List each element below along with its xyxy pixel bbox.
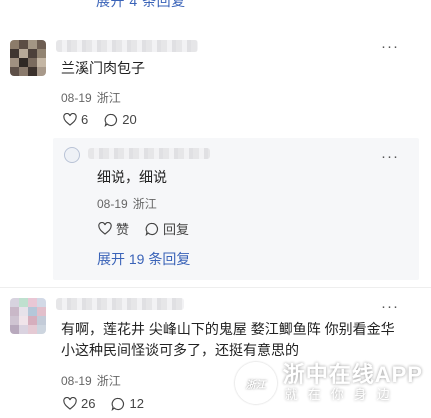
reply-location: 浙江 (132, 197, 157, 211)
username-blurred[interactable] (56, 298, 184, 310)
comment-actions: 26 12 (63, 396, 160, 411)
like-button[interactable]: 赞 (98, 219, 129, 238)
app-logo: 浙江 (234, 362, 277, 404)
comment-location: 浙江 (96, 374, 121, 388)
comment-actions: 6 20 (63, 112, 153, 127)
divider (0, 287, 431, 288)
comment-text: 兰溪门肉包子 (61, 60, 145, 76)
comment-bubble-icon (145, 222, 159, 236)
like-button[interactable]: 26 (63, 396, 95, 411)
avatar[interactable] (10, 40, 46, 76)
comment-date: 08-19 (61, 374, 92, 388)
username-blurred[interactable] (88, 148, 210, 159)
watermark-subtitle: 就在你身边 (284, 387, 400, 402)
app-watermark: 浙江 浙中在线APP 就在你身边 (234, 362, 423, 404)
heart-icon (63, 397, 77, 410)
reply-count-button[interactable]: 12 (111, 396, 144, 411)
comment-bubble-icon (104, 113, 118, 127)
comment-meta: 08-19 浙江 (61, 89, 121, 106)
reply-date: 08-19 (97, 197, 128, 211)
reply-count: 20 (122, 112, 137, 127)
like-button[interactable]: 6 (63, 112, 88, 127)
username-blurred[interactable] (56, 40, 198, 52)
like-count: 6 (81, 112, 89, 127)
reply-text: 细说，细说 (97, 169, 167, 185)
comment-text-line2: 小这种民间怪谈可多了，还挺有意思的 (61, 342, 299, 358)
reply-label: 回复 (163, 222, 190, 237)
reply-meta: 08-19 浙江 (97, 195, 157, 212)
heart-icon (98, 222, 112, 235)
like-count: 26 (81, 396, 96, 411)
watermark-title: 浙中在线APP (282, 362, 423, 387)
logo-text: 浙江 (245, 379, 266, 391)
avatar[interactable] (64, 147, 80, 163)
expand-replies-link[interactable]: 展开 19 条回复 (97, 249, 190, 269)
more-options-icon[interactable]: ··· (381, 299, 399, 314)
comment-location: 浙江 (96, 91, 121, 105)
reply-button[interactable]: 回复 (145, 219, 189, 238)
expand-replies-link-cutoff[interactable]: 展开 4 条回复 (96, 0, 186, 11)
avatar[interactable] (10, 298, 46, 334)
comment-meta: 08-19 浙江 (61, 372, 121, 389)
comment-text-line1: 有啊，莲花井 尖峰山下的鬼屋 婺江鲫鱼阵 你别看金华 (61, 321, 395, 337)
heart-icon (63, 113, 77, 126)
like-label: 赞 (116, 222, 130, 237)
comment-date: 08-19 (61, 91, 92, 105)
reply-count: 12 (129, 396, 144, 411)
more-options-icon[interactable]: ··· (381, 39, 399, 54)
reply-count-button[interactable]: 20 (104, 112, 137, 127)
more-options-icon[interactable]: ··· (381, 149, 399, 164)
comment-bubble-icon (112, 397, 125, 411)
reply-actions: 赞 回复 (98, 219, 205, 238)
